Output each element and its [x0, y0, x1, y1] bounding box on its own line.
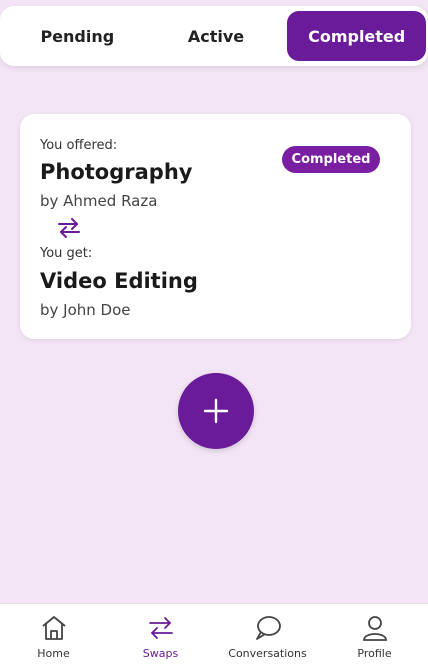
get-skill: Video Editing [40, 269, 198, 293]
offered-caption: You offered: [40, 138, 118, 153]
chat-bubble-icon [255, 616, 281, 640]
get-by: by John Doe [40, 301, 131, 319]
offered-skill: Photography [40, 160, 193, 184]
get-caption: You get: [40, 246, 93, 261]
bottom-navigation: Home Swaps Conversations Profile [0, 603, 428, 668]
nav-item-conversations[interactable]: Conversations [214, 604, 321, 668]
nav-item-profile[interactable]: Profile [321, 604, 428, 668]
swap-card[interactable]: You offered: Photography by Ahmed Raza Y… [20, 114, 411, 339]
plus-icon [203, 398, 229, 424]
add-swap-button[interactable] [178, 373, 254, 449]
home-icon [41, 616, 66, 640]
offered-by: by Ahmed Raza [40, 192, 158, 210]
nav-label-swaps: Swaps [142, 647, 179, 660]
tab-pending[interactable]: Pending [6, 11, 149, 61]
nav-label-profile: Profile [357, 647, 392, 660]
nav-item-swaps[interactable]: Swaps [107, 604, 214, 668]
swap-arrows-icon [58, 218, 80, 238]
tab-active[interactable]: Active [149, 11, 284, 61]
swap-arrows-icon [148, 617, 173, 639]
tab-completed[interactable]: Completed [287, 11, 426, 61]
status-badge: Completed [282, 146, 380, 173]
swap-status-tabs: Pending Active Completed [0, 6, 428, 66]
nav-item-home[interactable]: Home [0, 604, 107, 668]
user-icon [362, 616, 387, 641]
nav-label-conversations: Conversations [228, 647, 307, 660]
nav-label-home: Home [37, 647, 70, 660]
